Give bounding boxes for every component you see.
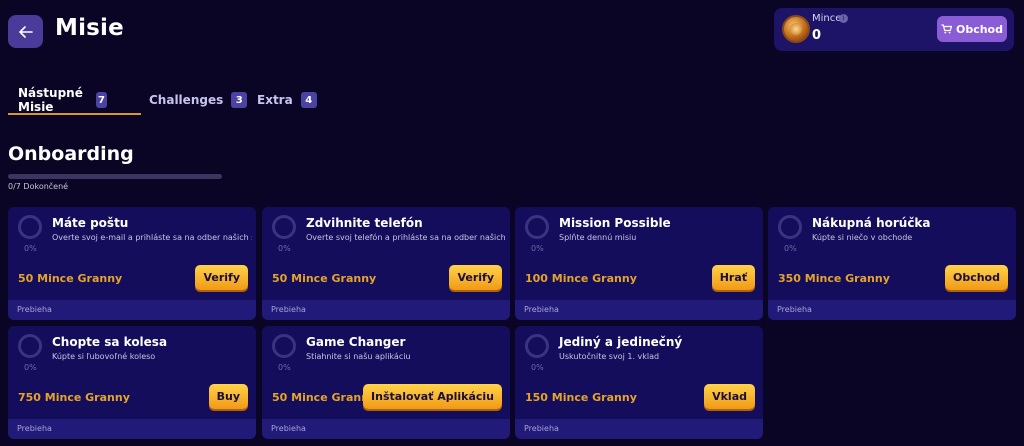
- mission-percent: 0%: [24, 244, 37, 253]
- verify-email-button[interactable]: Verify: [195, 265, 248, 290]
- mission-status: Prebieha: [8, 300, 256, 320]
- active-tab-indicator: [8, 113, 141, 115]
- arrow-left-icon: [18, 25, 33, 38]
- tab-count-badge: 4: [300, 92, 317, 108]
- mission-percent: 0%: [531, 244, 544, 253]
- mission-description: Stiahnite si našu aplikáciu: [306, 352, 411, 361]
- progress-ring: [778, 215, 802, 239]
- mission-description: Uskutočnite svoj 1. vklad: [559, 352, 660, 361]
- mission-title: Chopte sa kolesa: [52, 335, 168, 349]
- mission-reward: 150 Mince Granny: [525, 391, 637, 404]
- mission-percent: 0%: [784, 244, 797, 253]
- mission-status: Prebieha: [8, 419, 256, 439]
- mission-card: 0% Game Changer Stiahnite si našu apliká…: [262, 326, 510, 439]
- buy-button[interactable]: Buy: [208, 384, 248, 409]
- mission-description: Kúpte si ľubovoľné koleso: [52, 352, 156, 361]
- mission-percent: 0%: [531, 363, 544, 372]
- mission-status: Prebieha: [515, 300, 763, 320]
- progress-ring: [272, 215, 296, 239]
- mission-title: Máte poštu: [52, 216, 129, 230]
- mission-title: Jediný a jedinečný: [559, 335, 683, 349]
- mission-reward: 100 Mince Granny: [525, 272, 637, 285]
- shop-button-label: Obchod: [955, 22, 1003, 36]
- mission-title: Mission Possible: [559, 216, 671, 230]
- wallet-balance: 0: [812, 28, 822, 43]
- shop-button[interactable]: Obchod: [937, 16, 1007, 42]
- section-progress-bar: [8, 174, 222, 179]
- cart-icon: [941, 24, 952, 34]
- mission-status: Prebieha: [262, 419, 510, 439]
- progress-ring: [18, 215, 42, 239]
- tab-extra[interactable]: Extra 4: [257, 86, 317, 114]
- wallet-panel: Mince i 0 Obchod: [774, 8, 1014, 51]
- progress-ring: [272, 334, 296, 358]
- verify-phone-button[interactable]: Verify: [449, 265, 502, 290]
- progress-ring: [18, 334, 42, 358]
- mission-description: Overte svoj e-mail a prihláste sa na odb…: [52, 233, 252, 242]
- mission-reward: 350 Mince Granny: [778, 272, 890, 285]
- mission-title: Game Changer: [306, 335, 406, 349]
- progress-ring: [525, 215, 549, 239]
- coin-icon: [782, 15, 810, 43]
- tab-label: Challenges: [149, 93, 224, 107]
- mission-card: 0% Zdvihnite telefón Overte svoj telefón…: [262, 207, 510, 320]
- mission-reward: 50 Mince Granny: [272, 391, 377, 404]
- mission-percent: 0%: [24, 363, 37, 372]
- back-button[interactable]: [8, 15, 43, 48]
- install-app-button[interactable]: Inštalovať Aplikáciu: [363, 384, 502, 409]
- wallet-label: Mince: [812, 13, 842, 24]
- mission-card: 0% Mission Possible Splňte dennú misiu 1…: [515, 207, 763, 320]
- mission-status: Prebieha: [262, 300, 510, 320]
- mission-reward: 50 Mince Granny: [272, 272, 377, 285]
- deposit-button[interactable]: Vklad: [704, 384, 755, 409]
- mission-description: Overte svoj telefón a prihláste sa na od…: [306, 233, 506, 242]
- tab-onboarding[interactable]: Nástupné Misie 7: [18, 86, 107, 114]
- mission-description: Kúpte si niečo v obchode: [812, 233, 913, 242]
- mission-title: Nákupná horúčka: [812, 216, 931, 230]
- mission-reward: 50 Mince Granny: [18, 272, 123, 285]
- section-title: Onboarding: [8, 143, 134, 165]
- tab-label: Nástupné Misie: [18, 86, 83, 114]
- play-button[interactable]: Hrať: [711, 265, 755, 290]
- shop-mission-button[interactable]: Obchod: [944, 265, 1008, 290]
- mission-title: Zdvihnite telefón: [306, 216, 423, 230]
- mission-status: Prebieha: [515, 419, 763, 439]
- mission-description: Splňte dennú misiu: [559, 233, 637, 242]
- tab-label: Extra: [257, 93, 293, 107]
- mission-status: Prebieha: [768, 300, 1016, 320]
- mission-card: 0% Máte poštu Overte svoj e-mail a prihl…: [8, 207, 256, 320]
- mission-percent: 0%: [278, 363, 291, 372]
- progress-text: 0/7 Dokončené: [8, 182, 69, 191]
- tab-count-badge: 7: [96, 92, 107, 108]
- mission-reward: 750 Mince Granny: [18, 391, 130, 404]
- mission-card: 0% Jediný a jedinečný Uskutočnite svoj 1…: [515, 326, 763, 439]
- mission-card: 0% Nákupná horúčka Kúpte si niečo v obch…: [768, 207, 1016, 320]
- info-icon[interactable]: i: [839, 14, 848, 23]
- tab-challenges[interactable]: Challenges 3: [149, 86, 248, 114]
- page-title: Misie: [55, 15, 124, 41]
- progress-ring: [525, 334, 549, 358]
- mission-card: 0% Chopte sa kolesa Kúpte si ľubovoľné k…: [8, 326, 256, 439]
- mission-percent: 0%: [278, 244, 291, 253]
- tab-count-badge: 3: [231, 92, 248, 108]
